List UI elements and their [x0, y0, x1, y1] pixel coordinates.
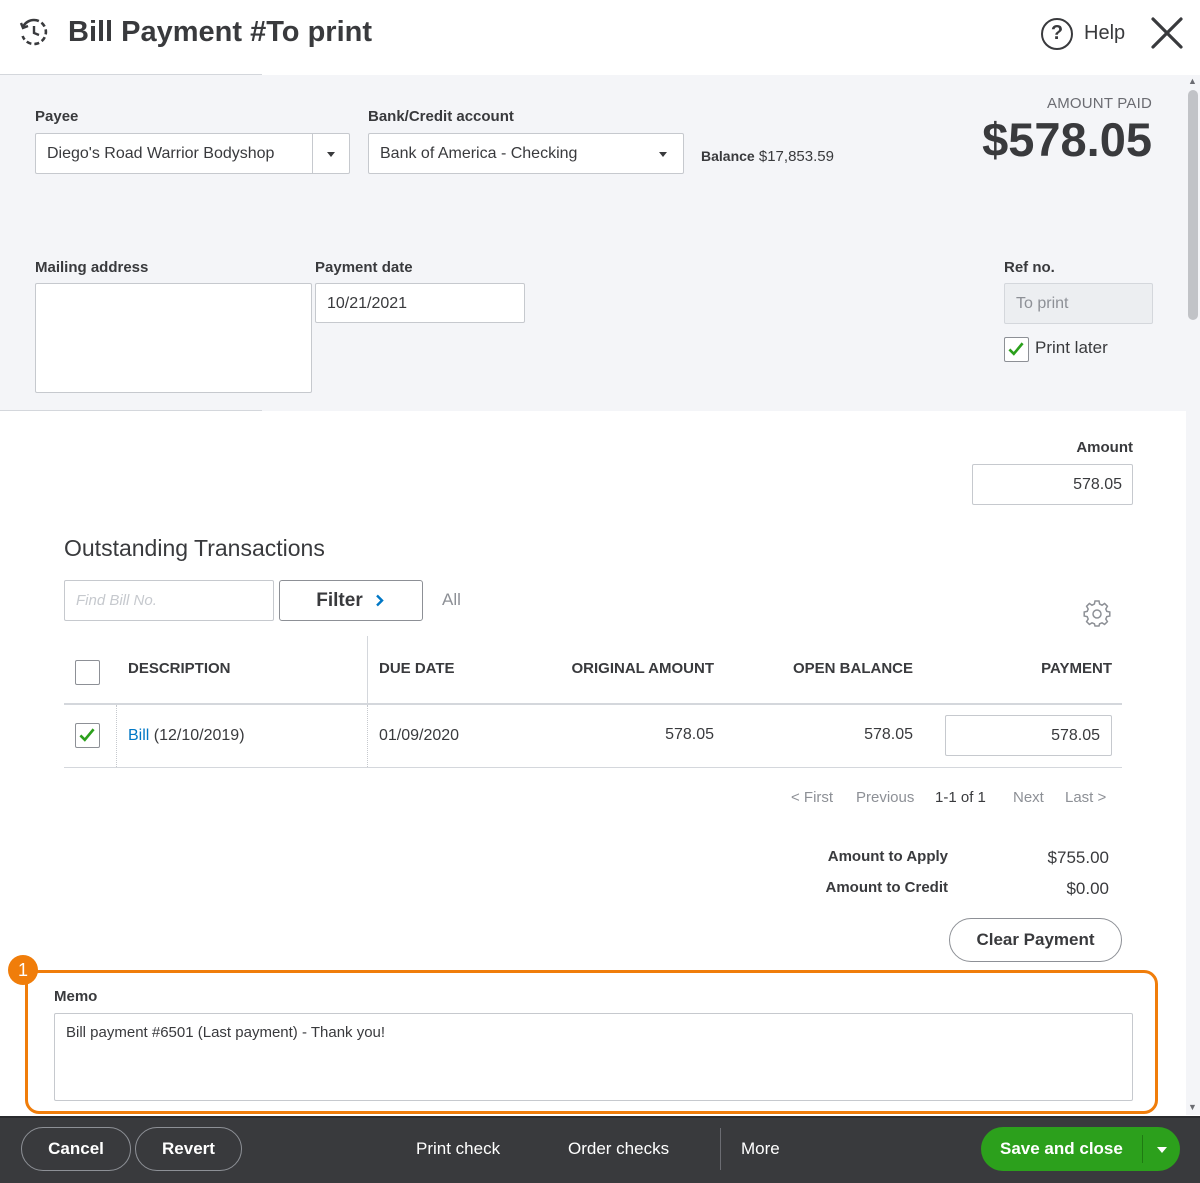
print-later-label: Print later [1035, 338, 1108, 357]
column-header-payment[interactable]: PAYMENT [950, 660, 1112, 677]
payment-date-label: Payment date [315, 259, 413, 276]
memo-label: Memo [54, 988, 98, 1005]
row-select-checkbox[interactable] [75, 723, 100, 748]
memo-value: Bill payment #6501 (Last payment) - Than… [66, 1024, 386, 1041]
row-cell-divider [367, 705, 368, 767]
caret-down-icon[interactable] [1157, 1147, 1167, 1153]
account-balance: Balance $17,853.59 [701, 148, 834, 165]
filter-label: Filter [316, 589, 363, 611]
save-and-close-label: Save and close [1000, 1139, 1123, 1158]
payee-select[interactable]: Diego's Road Warrior Bodyshop [35, 133, 350, 174]
pagination-range: 1-1 of 1 [935, 789, 986, 806]
bill-link[interactable]: Bill [128, 727, 149, 744]
order-checks-link[interactable]: Order checks [568, 1139, 669, 1159]
close-icon[interactable] [1148, 14, 1186, 52]
find-bill-placeholder: Find Bill No. [76, 592, 157, 609]
caret-down-icon[interactable] [327, 152, 335, 157]
caret-down-icon[interactable] [659, 152, 667, 157]
filter-value: All [442, 590, 461, 609]
amount-to-credit-label: Amount to Credit [825, 879, 948, 896]
table-header-divider [64, 703, 1122, 705]
amount-label: Amount [1076, 439, 1133, 456]
revert-button[interactable]: Revert [135, 1127, 242, 1171]
pagination-last[interactable]: Last > [1065, 789, 1106, 806]
scrollbar-thumb[interactable] [1188, 90, 1198, 320]
table-row-open-balance: 578.05 [864, 726, 913, 743]
clear-payment-button[interactable]: Clear Payment [949, 918, 1122, 962]
pagination-next[interactable]: Next [1013, 789, 1044, 806]
table-row-description: Bill (12/10/2019) [128, 727, 245, 745]
find-bill-input[interactable]: Find Bill No. [64, 580, 274, 621]
page-title: Bill Payment #To print [68, 16, 373, 48]
step-badge: 1 [8, 955, 38, 985]
column-header-open-balance[interactable]: OPEN BALANCE [740, 660, 913, 677]
amount-paid-value: $578.05 [982, 113, 1152, 166]
payee-value: Diego's Road Warrior Bodyshop [47, 145, 275, 162]
check-icon [79, 728, 95, 742]
amount-input[interactable]: 578.05 [972, 464, 1133, 505]
more-link[interactable]: More [741, 1139, 780, 1159]
memo-textarea[interactable]: Bill payment #6501 (Last payment) - Than… [54, 1013, 1133, 1101]
mailing-address-label: Mailing address [35, 259, 149, 276]
print-check-link[interactable]: Print check [416, 1139, 500, 1159]
check-icon [1008, 342, 1024, 356]
footer-divider [720, 1128, 721, 1170]
pagination-first[interactable]: < First [791, 789, 833, 806]
chevron-right-icon [375, 594, 384, 607]
bank-account-label: Bank/Credit account [368, 108, 514, 125]
bill-date: (12/10/2019) [153, 727, 245, 744]
print-later-checkbox[interactable] [1004, 337, 1029, 362]
gear-icon[interactable] [1083, 600, 1111, 628]
column-header-due-date[interactable]: DUE DATE [379, 660, 455, 677]
balance-label: Balance [701, 148, 755, 164]
footer-edge [0, 1116, 1200, 1118]
bank-account-select[interactable]: Bank of America - Checking [368, 133, 684, 174]
column-header-original-amount[interactable]: ORIGINAL AMOUNT [520, 660, 715, 677]
column-divider [367, 636, 368, 703]
help-link[interactable]: Help [1084, 22, 1125, 45]
table-row-due-date: 01/09/2020 [379, 727, 460, 744]
payment-date-value: 10/21/2021 [327, 295, 408, 312]
split-button-divider [1142, 1135, 1143, 1163]
cancel-button[interactable]: Cancel [21, 1127, 131, 1171]
column-header-description[interactable]: DESCRIPTION [128, 660, 231, 677]
scroll-up-arrow[interactable]: ▲ [1188, 76, 1197, 86]
amount-to-apply-value: $755.00 [1047, 848, 1109, 867]
outstanding-transactions-title: Outstanding Transactions [64, 535, 325, 561]
help-icon[interactable]: ? [1041, 18, 1073, 50]
ref-no-placeholder: To print [1016, 295, 1069, 312]
table-row-divider [64, 767, 1122, 768]
ref-no-input: To print [1004, 283, 1153, 324]
payment-value: 578.05 [1051, 727, 1100, 744]
row-cell-divider [116, 705, 117, 767]
amount-to-apply-label: Amount to Apply [827, 848, 948, 865]
ref-no-label: Ref no. [1004, 259, 1055, 276]
save-and-close-button[interactable]: Save and close [981, 1127, 1180, 1171]
payment-date-input[interactable]: 10/21/2021 [315, 283, 525, 323]
pagination-previous[interactable]: Previous [856, 789, 914, 806]
filter-button[interactable]: Filter [279, 580, 423, 621]
table-row-original-amount: 578.05 [665, 726, 714, 743]
amount-value: 578.05 [1073, 476, 1122, 493]
select-divider [312, 134, 313, 173]
payee-label: Payee [35, 108, 79, 125]
mailing-address-textarea[interactable] [35, 283, 312, 393]
scroll-down-arrow[interactable]: ▼ [1188, 1102, 1197, 1112]
amount-to-credit-value: $0.00 [1066, 879, 1109, 898]
select-all-checkbox[interactable] [75, 660, 100, 685]
balance-value: $17,853.59 [758, 148, 834, 165]
table-row-payment-input[interactable]: 578.05 [945, 715, 1112, 756]
bank-account-value: Bank of America - Checking [380, 145, 578, 162]
panel-divider [0, 410, 262, 411]
history-icon[interactable] [18, 16, 50, 48]
amount-paid-label: AMOUNT PAID [1047, 95, 1152, 112]
